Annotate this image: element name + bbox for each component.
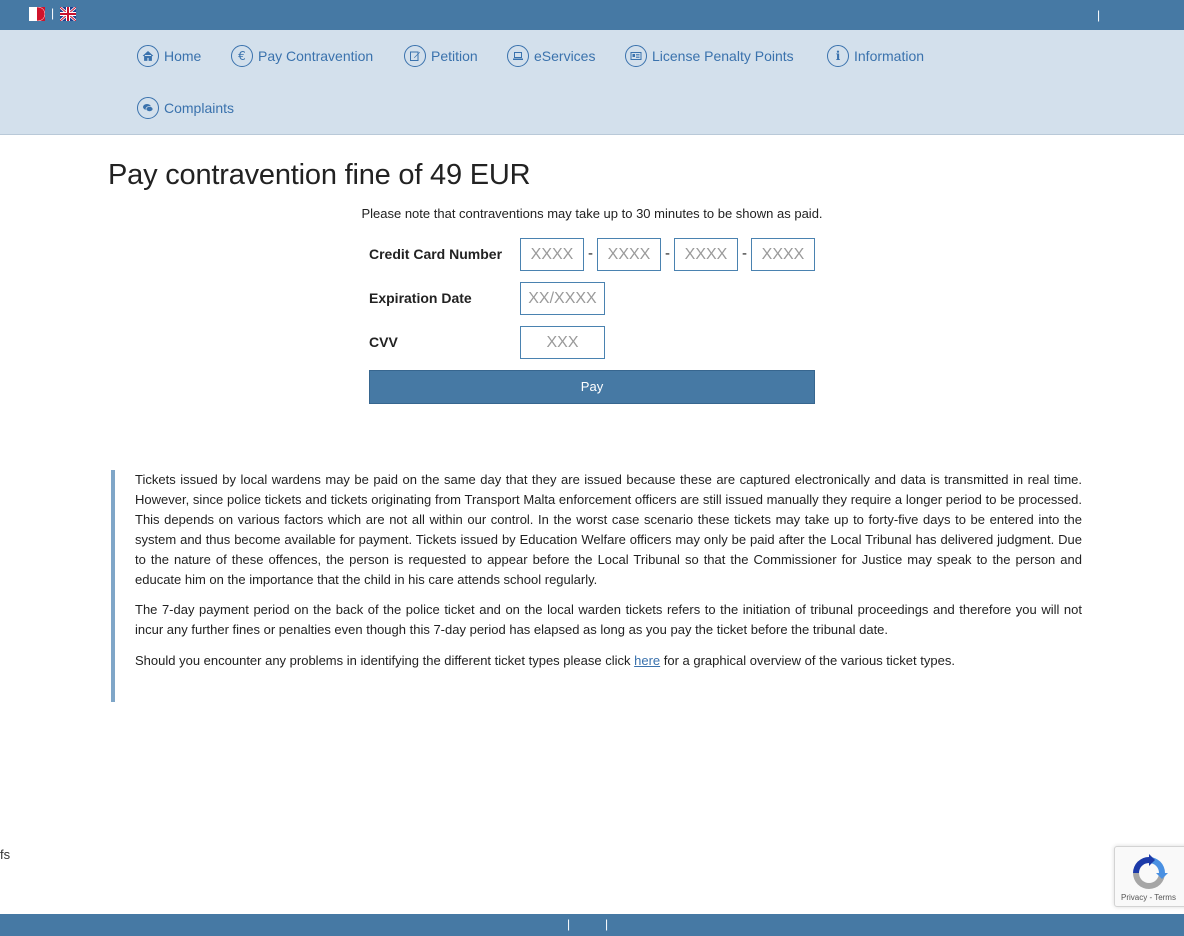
nav-pay-contravention[interactable]: € Pay Contravention [231, 45, 373, 67]
card-number-field-4[interactable] [751, 238, 815, 271]
footer-bar: | | [0, 914, 1184, 936]
footer-separator: | [605, 917, 609, 931]
nav-information[interactable]: i Information [827, 45, 924, 67]
edge-text: fs [0, 847, 11, 862]
nav-complaints[interactable]: Complaints [137, 97, 234, 119]
malta-flag-icon[interactable] [29, 7, 45, 21]
info-icon: i [827, 45, 849, 67]
nav-information-label: Information [854, 48, 925, 64]
pay-button[interactable]: Pay [369, 370, 815, 404]
expiration-date-field[interactable] [520, 282, 605, 315]
payment-delay-note: Please note that contraventions may take… [361, 206, 823, 221]
cvv-label: CVV [369, 334, 398, 350]
top-bar: | | [0, 0, 1184, 30]
card-number-field-3[interactable] [674, 238, 738, 271]
nav-eservices[interactable]: eServices [507, 45, 595, 67]
card-number-dash: - [588, 245, 593, 262]
card-number-field-2[interactable] [597, 238, 661, 271]
chat-icon [137, 97, 159, 119]
laptop-icon [507, 45, 529, 67]
top-right-separator: | [1097, 8, 1101, 22]
nav-license-penalty-points[interactable]: License Penalty Points [625, 45, 794, 67]
nav-license-penalty-points-label: License Penalty Points [652, 48, 794, 64]
nav-petition[interactable]: Petition [404, 45, 478, 67]
recaptcha-icon [1133, 854, 1168, 889]
card-number-dash: - [742, 245, 747, 262]
ticket-types-link[interactable]: here [634, 653, 660, 668]
uk-flag-icon[interactable] [60, 7, 76, 21]
recaptcha-badge[interactable]: Privacy - Terms [1114, 846, 1184, 907]
id-card-icon [625, 45, 647, 67]
recaptcha-privacy-terms[interactable]: Privacy - Terms [1121, 893, 1176, 902]
info-paragraph-payment-period: The 7-day payment period on the back of … [135, 602, 1082, 637]
info-text: Should you encounter any problems in ide… [135, 653, 635, 668]
expiration-date-label: Expiration Date [369, 290, 472, 306]
nav-home[interactable]: Home [137, 45, 201, 67]
card-number-label: Credit Card Number [369, 246, 503, 262]
card-number-dash: - [665, 245, 670, 262]
home-icon [137, 45, 159, 67]
nav-home-label: Home [164, 48, 202, 64]
cvv-field[interactable] [520, 326, 605, 359]
nav-eservices-label: eServices [534, 48, 596, 64]
nav-complaints-label: Complaints [164, 100, 235, 116]
card-number-field-1[interactable] [520, 238, 584, 271]
edit-icon [404, 45, 426, 67]
main-navigation: Home € Pay Contravention Petition eServi… [0, 30, 1184, 135]
euro-icon: € [231, 45, 253, 67]
ticket-info-box: Tickets issued by local wardens may be p… [111, 470, 1083, 702]
info-paragraph-ticket-types: Should you encounter any problems in ide… [135, 651, 1082, 671]
info-text: for a graphical overview of the various … [660, 653, 955, 668]
footer-separator: | [567, 917, 571, 931]
nav-petition-label: Petition [431, 48, 478, 64]
page-title: Pay contravention fine of 49 EUR [108, 159, 531, 191]
language-separator: | [51, 6, 55, 20]
nav-pay-contravention-label: Pay Contravention [258, 48, 374, 64]
info-paragraph-processing: Tickets issued by local wardens may be p… [135, 472, 1082, 587]
